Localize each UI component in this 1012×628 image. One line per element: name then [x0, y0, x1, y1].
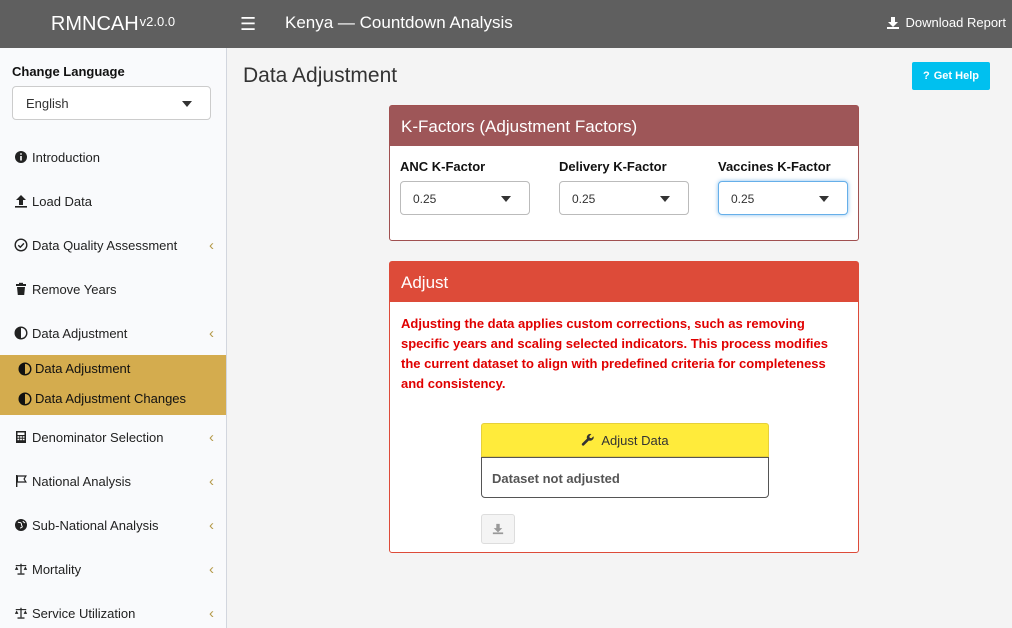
globe-icon [15, 519, 27, 531]
chevron-down-icon [501, 196, 511, 202]
check-circle-icon [14, 238, 28, 252]
sidebar-toggle-icon[interactable]: ☰ [240, 14, 256, 34]
adjust-title: Adjust [390, 262, 858, 302]
adjust-box: Adjust Adjusting the data applies custom… [389, 261, 859, 553]
trash-icon [16, 282, 26, 295]
chevron-left-icon: ‹ [209, 236, 214, 254]
kfactors-title: K-Factors (Adjustment Factors) [390, 106, 858, 146]
flag-icon [16, 475, 27, 487]
chevron-down-icon [819, 196, 829, 202]
download-icon [492, 523, 504, 535]
chevron-down-icon [660, 196, 670, 202]
top-header: RMNCAH v2.0.0 ☰ Kenya — Countdown Analysi… [0, 0, 1012, 48]
chevron-left-icon: ‹ [209, 324, 214, 342]
balance-scale-icon [14, 563, 28, 575]
chevron-left-icon: ‹ [209, 472, 214, 490]
sidebar-item-service-utilization[interactable]: Service Utilization ‹ [14, 603, 214, 623]
submenu-data-adjustment: Data Adjustment Data Adjustment Changes [0, 355, 226, 415]
calculator-icon [16, 431, 26, 443]
half-circle-icon [18, 361, 32, 376]
sidebar-item-label: Load Data [32, 193, 92, 209]
vaccines-kfactor-select[interactable]: 0.25 [718, 181, 848, 215]
download-adjusted-button[interactable] [481, 514, 515, 544]
chevron-down-icon [182, 101, 192, 107]
adjust-status-text: Dataset not adjusted [492, 471, 620, 486]
anc-kfactor-value: 0.25 [413, 192, 437, 206]
app-title: Kenya — Countdown Analysis [285, 13, 513, 32]
vaccines-kfactor-value: 0.25 [731, 192, 755, 206]
vaccines-kfactor-label: Vaccines K-Factor [718, 159, 831, 174]
sidebar-item-label: Data Quality Assessment [32, 237, 178, 253]
get-help-button[interactable]: ? Get Help [912, 62, 990, 90]
delivery-kfactor-label: Delivery K-Factor [559, 159, 667, 174]
half-circle-icon [18, 391, 32, 406]
adjust-status-output: Dataset not adjusted [481, 457, 769, 498]
half-circle-icon [14, 326, 28, 340]
sidebar-item-introduction[interactable]: Introduction [14, 147, 214, 167]
question-icon: ? [923, 70, 930, 82]
wrench-icon [582, 433, 595, 446]
language-value: English [26, 96, 69, 111]
sidebar: Change Language English Introduction Loa… [0, 48, 227, 628]
adjust-data-button[interactable]: Adjust Data [481, 423, 769, 457]
brand-logo[interactable]: RMNCAH v2.0.0 [0, 0, 226, 48]
anc-kfactor-select[interactable]: 0.25 [400, 181, 530, 215]
sidebar-subitem-data-adjustment[interactable]: Data Adjustment [18, 361, 130, 376]
sidebar-item-label: Remove Years [32, 281, 117, 297]
sidebar-item-label: Data Adjustment [32, 325, 128, 341]
sidebar-item-label: National Analysis [32, 473, 131, 489]
chevron-left-icon: ‹ [209, 604, 214, 622]
sidebar-item-label: Service Utilization [32, 605, 136, 621]
sidebar-item-label: Mortality [32, 561, 82, 577]
sidebar-subitem-label: Data Adjustment [35, 361, 131, 376]
download-report-button[interactable]: Download Report [886, 15, 1006, 30]
language-select[interactable]: English [12, 86, 211, 120]
chevron-left-icon: ‹ [209, 428, 214, 446]
sidebar-subitem-data-adjustment-changes[interactable]: Data Adjustment Changes [18, 391, 186, 406]
sidebar-item-data-quality[interactable]: Data Quality Assessment ‹ [14, 235, 214, 255]
delivery-kfactor-select[interactable]: 0.25 [559, 181, 689, 215]
sidebar-item-label: Introduction [32, 149, 100, 165]
sidebar-item-mortality[interactable]: Mortality ‹ [14, 559, 214, 579]
upload-icon [15, 195, 27, 208]
page-title: Data Adjustment [243, 64, 398, 87]
anc-kfactor-label: ANC K-Factor [400, 159, 486, 174]
adjust-description: Adjusting the data applies custom correc… [401, 316, 829, 391]
sidebar-item-label: Denominator Selection [32, 429, 164, 445]
sidebar-subitem-label: Data Adjustment Changes [35, 391, 187, 406]
kfactors-box: K-Factors (Adjustment Factors) ANC K-Fac… [389, 105, 859, 241]
sidebar-item-denominator-selection[interactable]: Denominator Selection ‹ [14, 427, 214, 447]
info-circle-icon [15, 151, 27, 163]
language-label: Change Language [12, 64, 125, 79]
chevron-left-icon: ‹ [209, 560, 214, 578]
sidebar-item-remove-years[interactable]: Remove Years [14, 279, 214, 299]
download-icon [886, 16, 899, 29]
sidebar-item-national-analysis[interactable]: National Analysis ‹ [14, 471, 214, 491]
delivery-kfactor-value: 0.25 [572, 192, 596, 206]
sidebar-item-load-data[interactable]: Load Data [14, 191, 214, 211]
get-help-label: Get Help [933, 70, 979, 82]
brand-name: RMNCAH [50, 12, 139, 35]
sidebar-item-sub-national-analysis[interactable]: Sub-National Analysis ‹ [14, 515, 214, 535]
download-report-label: Download Report [905, 15, 1006, 30]
brand-version: v2.0.0 [139, 13, 176, 29]
sidebar-item-data-adjustment[interactable]: Data Adjustment ‹ [14, 323, 214, 343]
sidebar-item-label: Sub-National Analysis [32, 517, 159, 533]
chevron-left-icon: ‹ [209, 516, 214, 534]
balance-scale-icon [14, 607, 28, 619]
adjust-data-label: Adjust Data [601, 432, 669, 448]
